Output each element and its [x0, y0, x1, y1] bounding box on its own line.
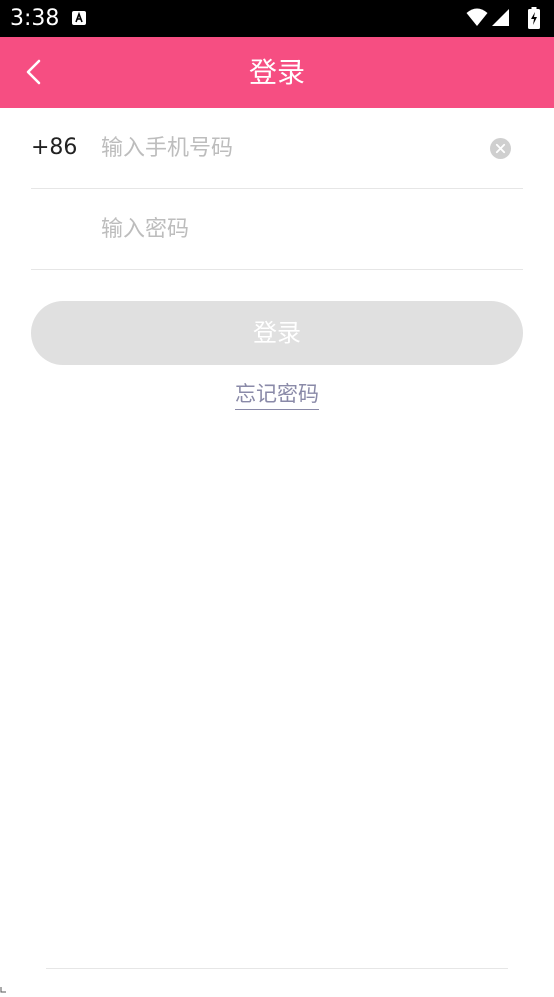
status-time: 3:38 [10, 6, 60, 31]
app-header: 登录 [0, 37, 554, 108]
app-notification-icon [71, 10, 87, 26]
phone-field-row: +86 [31, 108, 523, 189]
clear-circle-icon [490, 138, 511, 159]
password-field-row [31, 189, 523, 270]
corner-mark-icon [0, 978, 6, 993]
password-input[interactable] [101, 213, 501, 245]
forgot-password-link[interactable]: 忘记密码 [235, 380, 319, 410]
bottom-divider [46, 968, 508, 969]
phone-input[interactable] [101, 132, 481, 164]
country-code[interactable]: +86 [31, 134, 77, 162]
status-bar: 3:38 [0, 0, 554, 37]
page-title: 登录 [248, 56, 305, 89]
login-button[interactable]: 登录 [31, 301, 523, 365]
clear-button[interactable] [490, 138, 511, 159]
forgot-password-container: 忘记密码 [0, 380, 554, 410]
